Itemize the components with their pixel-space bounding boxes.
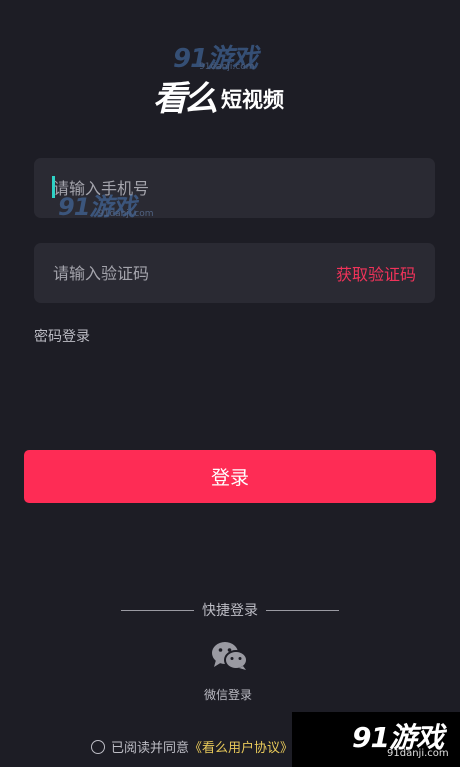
quick-login-divider: 快捷登录 [121, 600, 339, 620]
password-login-link[interactable]: 密码登录 [34, 326, 90, 346]
agreement-prefix: 已阅读并同意 [111, 741, 190, 756]
login-screen: 91游戏 91danji.com 看么 短视频 91游戏 91danji.com… [0, 0, 460, 767]
get-code-button[interactable]: 获取验证码 [336, 261, 416, 285]
agreement-radio[interactable] [91, 739, 105, 754]
user-agreement-link[interactable]: 《看么用户协议》 [189, 737, 293, 756]
verification-code-field[interactable]: 获取验证码 [34, 243, 435, 303]
watermark-site: 91danji.com [199, 62, 255, 72]
app-logo: 看么 短视频 [153, 82, 284, 116]
watermark-middle: 91游戏 91danji.com [58, 187, 153, 222]
agreement-row: 已阅读并同意 《看么用户协议》 和 [91, 737, 306, 756]
watermark-top: 91游戏 91danji.com [173, 38, 273, 74]
divider-line-left [121, 609, 194, 611]
watermark-corner: 91游戏 91danji.com [292, 712, 460, 767]
wechat-login-label[interactable]: 微信登录 [204, 686, 252, 703]
logo-main-text: 看么 [153, 79, 218, 119]
text-cursor [52, 176, 55, 198]
login-button[interactable]: 登录 [24, 450, 436, 503]
quick-login-label: 快捷登录 [202, 603, 258, 619]
wechat-icon[interactable] [211, 641, 249, 671]
verification-code-input[interactable] [53, 263, 313, 283]
watermark-site: 91danji.com [98, 209, 154, 219]
divider-line-right [266, 609, 339, 611]
logo-sub-text: 短视频 [221, 88, 284, 112]
watermark-corner-site: 91danji.com [387, 748, 449, 759]
